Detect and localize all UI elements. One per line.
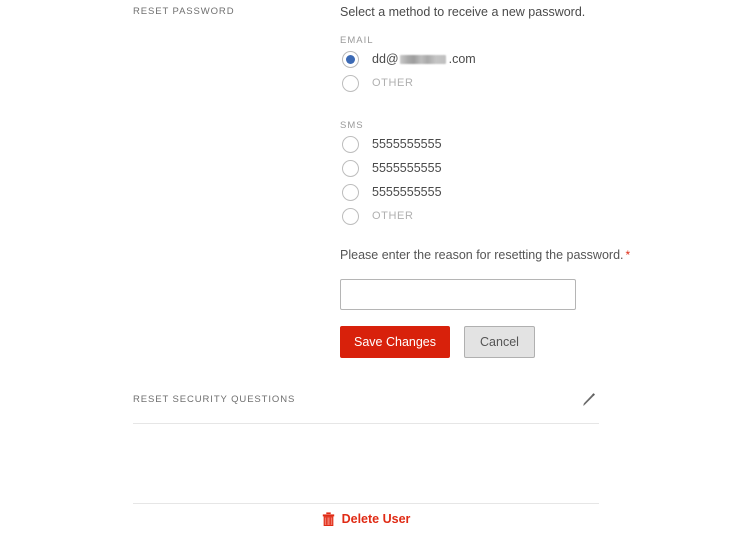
cancel-button[interactable]: Cancel	[464, 326, 535, 358]
delete-user-label: Delete User	[341, 512, 411, 526]
sms-option-1[interactable]: 5555555555	[340, 133, 442, 155]
form-actions: Save Changes Cancel	[340, 326, 630, 358]
reason-label-text: Please enter the reason for resetting th…	[340, 248, 624, 262]
email-redacted-block	[399, 54, 446, 64]
divider-above-security	[133, 423, 599, 424]
sms-option-2-label: 5555555555	[372, 161, 442, 175]
reset-password-instruction: Select a method to receive a new passwor…	[340, 5, 586, 19]
reset-security-questions-section: RESET SECURITY QUESTIONS	[133, 392, 599, 418]
radio-email-other[interactable]	[342, 74, 359, 92]
reason-block: Please enter the reason for resetting th…	[340, 248, 630, 358]
reset-security-questions-label: RESET SECURITY QUESTIONS	[133, 394, 296, 405]
radio-sms-3[interactable]	[342, 183, 359, 201]
radio-sms-2[interactable]	[342, 159, 359, 177]
reset-password-form: Select a method to receive a new passwor…	[340, 0, 640, 358]
reason-input[interactable]	[340, 279, 576, 310]
sms-option-3[interactable]: 5555555555	[340, 181, 442, 203]
sms-option-other-label: OTHER	[372, 210, 414, 222]
radio-sms-other[interactable]	[342, 207, 359, 225]
trash-icon	[322, 512, 335, 527]
email-suffix: .com	[448, 52, 476, 66]
email-method-group: EMAIL dd@ .com OTHER	[340, 35, 476, 94]
email-option-primary[interactable]: dd@ .com	[340, 48, 476, 70]
radio-sms-1[interactable]	[342, 135, 359, 153]
delete-user-button[interactable]: Delete User	[322, 512, 411, 527]
reset-password-section-label: RESET PASSWORD	[133, 6, 235, 17]
required-asterisk: *	[625, 248, 631, 262]
sms-option-2[interactable]: 5555555555	[340, 157, 442, 179]
reason-label: Please enter the reason for resetting th…	[340, 248, 630, 262]
sms-option-other[interactable]: OTHER	[340, 205, 442, 227]
radio-email-primary[interactable]	[342, 50, 359, 68]
email-group-title: EMAIL	[340, 35, 374, 46]
email-option-primary-label: dd@ .com	[372, 52, 476, 66]
account-settings-page: RESET PASSWORD Select a method to receiv…	[0, 0, 732, 544]
delete-user-footer: Delete User	[0, 512, 732, 527]
sms-group-title: SMS	[340, 120, 364, 131]
sms-option-3-label: 5555555555	[372, 185, 442, 199]
sms-option-1-label: 5555555555	[372, 137, 442, 151]
email-option-other-label: OTHER	[372, 77, 414, 89]
sms-method-group: SMS 5555555555 5555555555 5555555555 OTH…	[340, 120, 442, 227]
email-prefix: dd@	[372, 52, 399, 66]
divider-below-security	[133, 503, 599, 504]
pencil-icon	[583, 393, 595, 406]
save-changes-button[interactable]: Save Changes	[340, 326, 451, 358]
edit-security-questions-button[interactable]	[576, 388, 600, 412]
email-option-other[interactable]: OTHER	[340, 72, 476, 94]
